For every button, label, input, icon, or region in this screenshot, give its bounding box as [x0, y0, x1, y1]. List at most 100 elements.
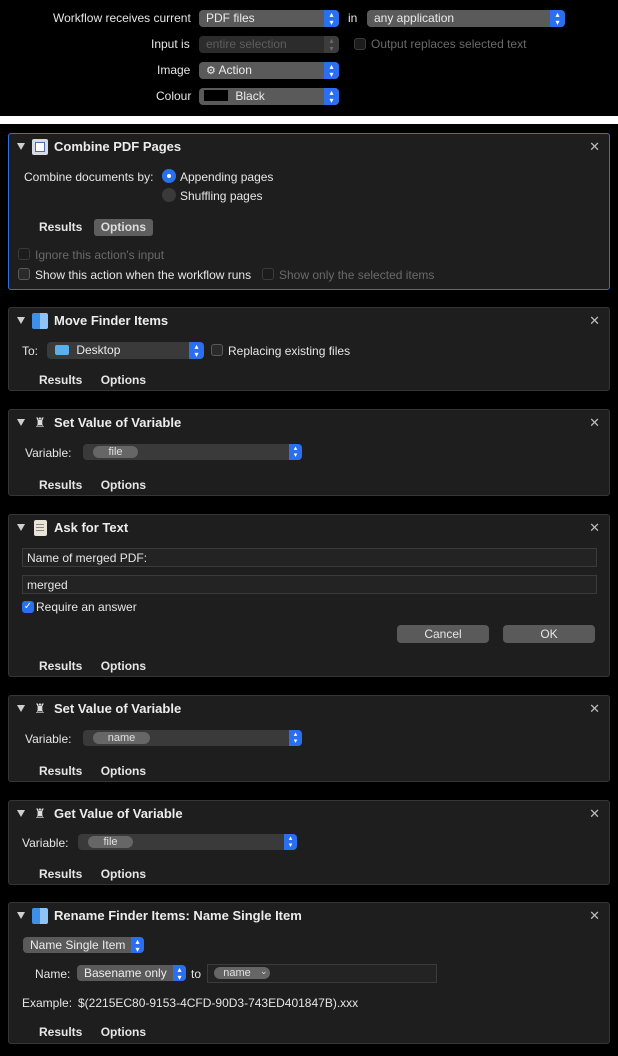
header-separator — [0, 116, 618, 124]
example-value: $(2215EC80-9153-4CFD-90D3-743ED401847B).… — [78, 996, 359, 1010]
name-mode-popup[interactable]: Basename only ▴ ▾ — [77, 965, 186, 981]
action-tabs: Results Options — [39, 219, 168, 236]
tab-results[interactable]: Results — [39, 764, 82, 778]
in-application-popup[interactable]: any application ▴ ▾ — [367, 10, 565, 27]
ok-button[interactable]: OK — [503, 625, 595, 643]
action-ask-for-text[interactable]: Ask for Text ✕ Name of merged PDF: merge… — [8, 514, 610, 677]
action-tabs: Results Options — [39, 764, 161, 778]
variable-label: Variable: — [25, 732, 72, 746]
output-replaces-checkbox — [354, 38, 366, 50]
name-label: Name: — [35, 967, 71, 981]
receives-value: PDF files — [206, 11, 255, 25]
tab-options[interactable]: Options — [101, 373, 146, 387]
disclosure-triangle-icon[interactable] — [17, 912, 25, 919]
variable-label: Variable: — [25, 446, 72, 460]
variable-popup[interactable]: name ▴ ▾ — [83, 730, 302, 746]
colour-popup[interactable]: Black ▴ ▾ — [199, 88, 339, 105]
disclosure-triangle-icon[interactable] — [17, 143, 25, 150]
ignore-input-label: Ignore this action's input — [35, 248, 165, 262]
receives-popup[interactable]: PDF files ▴ ▾ — [199, 10, 339, 27]
colour-label: Colour — [156, 89, 192, 103]
input-is-popup: entire selection ▴ ▾ — [199, 36, 339, 53]
disclosure-triangle-icon[interactable] — [17, 810, 25, 817]
variable-token: name — [93, 732, 150, 744]
popup-arrows-icon: ▴ ▾ — [131, 937, 144, 953]
action-set-variable-file[interactable]: ♜ Set Value of Variable ✕ Variable: file… — [8, 409, 610, 496]
in-label: in — [348, 11, 358, 25]
question-field[interactable]: Name of merged PDF: — [22, 548, 597, 567]
disclosure-triangle-icon[interactable] — [17, 317, 25, 324]
tab-options[interactable]: Options — [101, 764, 146, 778]
require-answer-checkbox[interactable]: ✓ — [22, 601, 34, 613]
rename-mode-value: Name Single Item — [30, 938, 126, 952]
popup-arrows-icon: ▴ ▾ — [324, 10, 339, 27]
action-combine-pdf-pages[interactable]: Combine PDF Pages ✕ Combine documents by… — [8, 133, 610, 290]
tab-results[interactable]: Results — [39, 659, 82, 673]
variable-icon: ♜ — [34, 415, 46, 430]
action-move-finder-items[interactable]: Move Finder Items ✕ To: Desktop ▴ ▾ Repla… — [8, 307, 610, 391]
gear-icon: ⚙ — [206, 65, 216, 77]
tab-options[interactable]: Options — [101, 1025, 146, 1039]
default-answer-field[interactable]: merged — [22, 575, 597, 594]
to-label: To: — [22, 344, 39, 358]
replace-existing-label: Replacing existing files — [228, 344, 351, 358]
tab-results[interactable]: Results — [39, 1025, 82, 1039]
action-title: Get Value of Variable — [54, 806, 183, 821]
tab-options[interactable]: Options — [101, 867, 146, 881]
action-title: Ask for Text — [54, 520, 129, 535]
action-tabs: Results Options — [39, 373, 161, 387]
pdf-pages-icon — [32, 139, 48, 155]
radio-shuffling-label: Shuffling pages — [180, 189, 263, 203]
action-get-variable[interactable]: ♜ Get Value of Variable ✕ Variable: file… — [8, 800, 610, 885]
to-label: to — [191, 967, 202, 981]
action-title: Rename Finder Items: Name Single Item — [54, 908, 302, 923]
show-selected-label: Show only the selected items — [279, 268, 435, 282]
image-popup[interactable]: ⚙ Action ▴ ▾ — [199, 62, 339, 79]
close-icon[interactable]: ✕ — [589, 415, 600, 431]
variable-icon: ♜ — [34, 806, 46, 821]
example-label: Example: — [22, 996, 73, 1010]
popup-arrows-icon: ▴ ▾ — [173, 965, 186, 981]
variable-popup[interactable]: file ▴ ▾ — [78, 834, 297, 850]
close-icon[interactable]: ✕ — [589, 520, 600, 536]
tab-results[interactable]: Results — [39, 867, 82, 881]
name-token-field[interactable]: name ⌄ — [207, 964, 437, 983]
combine-by-label: Combine documents by: — [24, 170, 154, 184]
action-title: Set Value of Variable — [54, 701, 182, 716]
close-icon[interactable]: ✕ — [589, 806, 600, 822]
variable-popup[interactable]: file ▴ ▾ — [83, 444, 302, 460]
action-rename-finder-items[interactable]: Rename Finder Items: Name Single Item ✕ … — [8, 902, 610, 1044]
radio-shuffling[interactable] — [162, 188, 176, 202]
show-action-label: Show this action when the workflow runs — [35, 268, 252, 282]
rename-mode-popup[interactable]: Name Single Item ▴ ▾ — [23, 937, 144, 953]
disclosure-triangle-icon[interactable] — [17, 419, 25, 426]
action-set-variable-name[interactable]: ♜ Set Value of Variable ✕ Variable: name… — [8, 695, 610, 782]
name-token-label: name — [223, 967, 251, 979]
action-tabs: Results Options — [39, 478, 161, 492]
show-action-checkbox[interactable] — [18, 268, 30, 280]
close-icon[interactable]: ✕ — [589, 313, 600, 329]
destination-popup[interactable]: Desktop ▴ ▾ — [47, 342, 204, 359]
tab-results[interactable]: Results — [39, 220, 82, 234]
radio-appending[interactable] — [162, 169, 176, 183]
disclosure-triangle-icon[interactable] — [17, 524, 25, 531]
replace-existing-checkbox[interactable] — [211, 344, 223, 356]
tab-options[interactable]: Options — [101, 478, 146, 492]
action-title: Set Value of Variable — [54, 415, 182, 430]
tab-results[interactable]: Results — [39, 478, 82, 492]
popup-arrows-icon: ▴ ▾ — [189, 342, 204, 359]
tab-options[interactable]: Options — [101, 659, 146, 673]
close-icon[interactable]: ✕ — [589, 139, 600, 155]
chevron-down-icon: ⌄ — [260, 966, 268, 976]
close-icon[interactable]: ✕ — [589, 701, 600, 717]
cancel-button[interactable]: Cancel — [397, 625, 489, 643]
tab-options[interactable]: Options — [93, 219, 154, 236]
tab-results[interactable]: Results — [39, 373, 82, 387]
variable-icon: ♜ — [34, 701, 46, 716]
action-tabs: Results Options — [39, 1025, 161, 1039]
disclosure-triangle-icon[interactable] — [17, 705, 25, 712]
require-answer-label: Require an answer — [36, 600, 137, 614]
close-icon[interactable]: ✕ — [589, 908, 600, 924]
name-mode-value: Basename only — [84, 966, 167, 980]
popup-arrows-icon: ▴ ▾ — [284, 834, 297, 850]
